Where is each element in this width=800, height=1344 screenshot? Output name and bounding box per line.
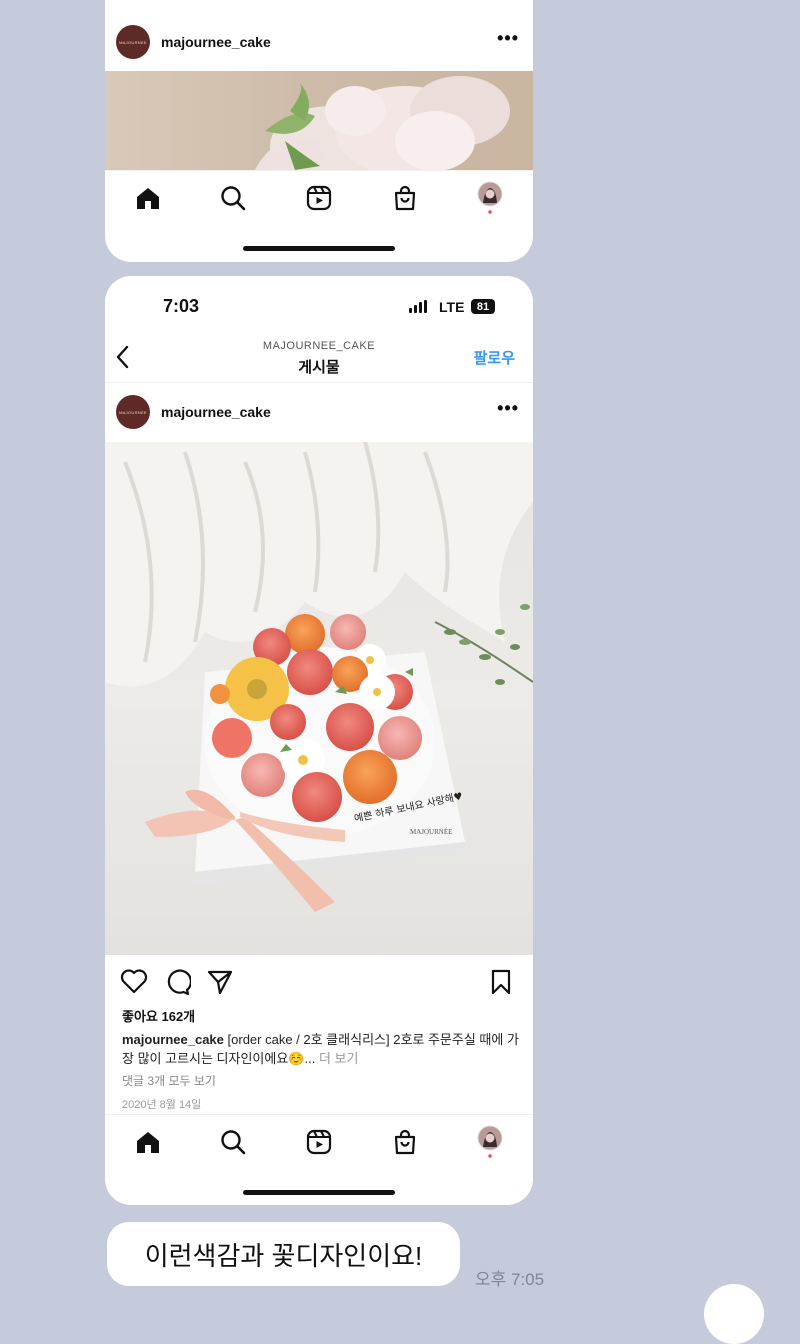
post-header: MAJOURNEE majournee_cake ••• [105, 383, 533, 441]
more-icon[interactable]: ••• [497, 399, 519, 417]
account-avatar[interactable]: MAJOURNEE [116, 25, 150, 59]
reels-icon[interactable] [305, 1128, 333, 1156]
search-icon[interactable] [219, 184, 247, 212]
profile-avatar[interactable] [476, 1125, 504, 1158]
post-username[interactable]: majournee_cake [161, 34, 271, 50]
follow-button[interactable]: 팔로우 [474, 347, 515, 368]
action-row [105, 966, 533, 1002]
page-title: 게시물 [298, 359, 340, 376]
post-caption: majournee_cake [order cake / 2호 클래식리스] 2… [122, 1030, 520, 1068]
view-all-comments-link[interactable]: 댓글 3개 모두 보기 [122, 1072, 216, 1089]
post-username[interactable]: majournee_cake [161, 404, 271, 420]
chat-message-text: 이런색감과 꽃디자인이요! [144, 1240, 423, 1271]
home-icon[interactable] [134, 1128, 162, 1156]
heart-icon[interactable] [120, 968, 148, 999]
battery-icon: 81 [471, 299, 495, 314]
more-icon[interactable]: ••• [497, 29, 519, 47]
home-indicator [243, 1190, 395, 1195]
signal-icon [409, 300, 427, 313]
network-label: LTE [439, 299, 465, 315]
chat-message-bubble[interactable]: 이런색감과 꽃디자인이요! [107, 1222, 460, 1286]
home-indicator [243, 246, 395, 251]
search-icon[interactable] [219, 1128, 247, 1156]
status-bar: 7:03 LTE 81 [105, 276, 533, 336]
previous-post-screenshot: MAJOURNEE majournee_cake ••• [105, 0, 533, 262]
reels-icon[interactable] [305, 184, 333, 212]
cake-tag-text: MAJOURNÉE [410, 828, 452, 836]
avatar-logo-text: MAJOURNEE [119, 409, 147, 415]
battery-level: 81 [476, 300, 490, 313]
post-image-flower-cake: MAJOURNÉE 예쁜 하루 보내요 사랑해♥ [105, 442, 533, 955]
bottom-nav [105, 170, 533, 225]
post-date: 2020년 8월 14일 [122, 1099, 202, 1111]
share-icon[interactable] [206, 968, 234, 1001]
bookmark-icon[interactable] [489, 968, 513, 1001]
shop-icon[interactable] [391, 1128, 419, 1156]
shop-icon[interactable] [391, 184, 419, 212]
caption-username[interactable]: majournee_cake [122, 1032, 224, 1047]
post-header: MAJOURNEE majournee_cake ••• [105, 13, 533, 71]
comment-icon[interactable] [163, 968, 192, 1001]
scroll-button[interactable] [704, 1284, 764, 1344]
post-screenshot: 7:03 LTE 81 MAJOURNEE_CAKE 게시물 팔로우 MAJOU… [105, 276, 533, 1205]
account-avatar[interactable]: MAJOURNEE [116, 395, 150, 429]
likes-count[interactable]: 좋아요 162개 [122, 1006, 195, 1025]
caption-more-link[interactable]: 더 보기 [315, 1051, 359, 1066]
account-name-small: MAJOURNEE_CAKE [262, 340, 376, 352]
post-nav-bar: MAJOURNEE_CAKE 게시물 팔로우 [105, 336, 533, 383]
profile-avatar[interactable] [476, 181, 504, 214]
status-time: 7:03 [163, 296, 200, 316]
bottom-nav [105, 1114, 533, 1169]
post-image-peony [105, 71, 533, 170]
avatar-logo-text: MAJOURNEE [119, 39, 147, 45]
home-icon[interactable] [134, 184, 162, 212]
chat-timestamp: 오후 7:05 [475, 1270, 545, 1289]
